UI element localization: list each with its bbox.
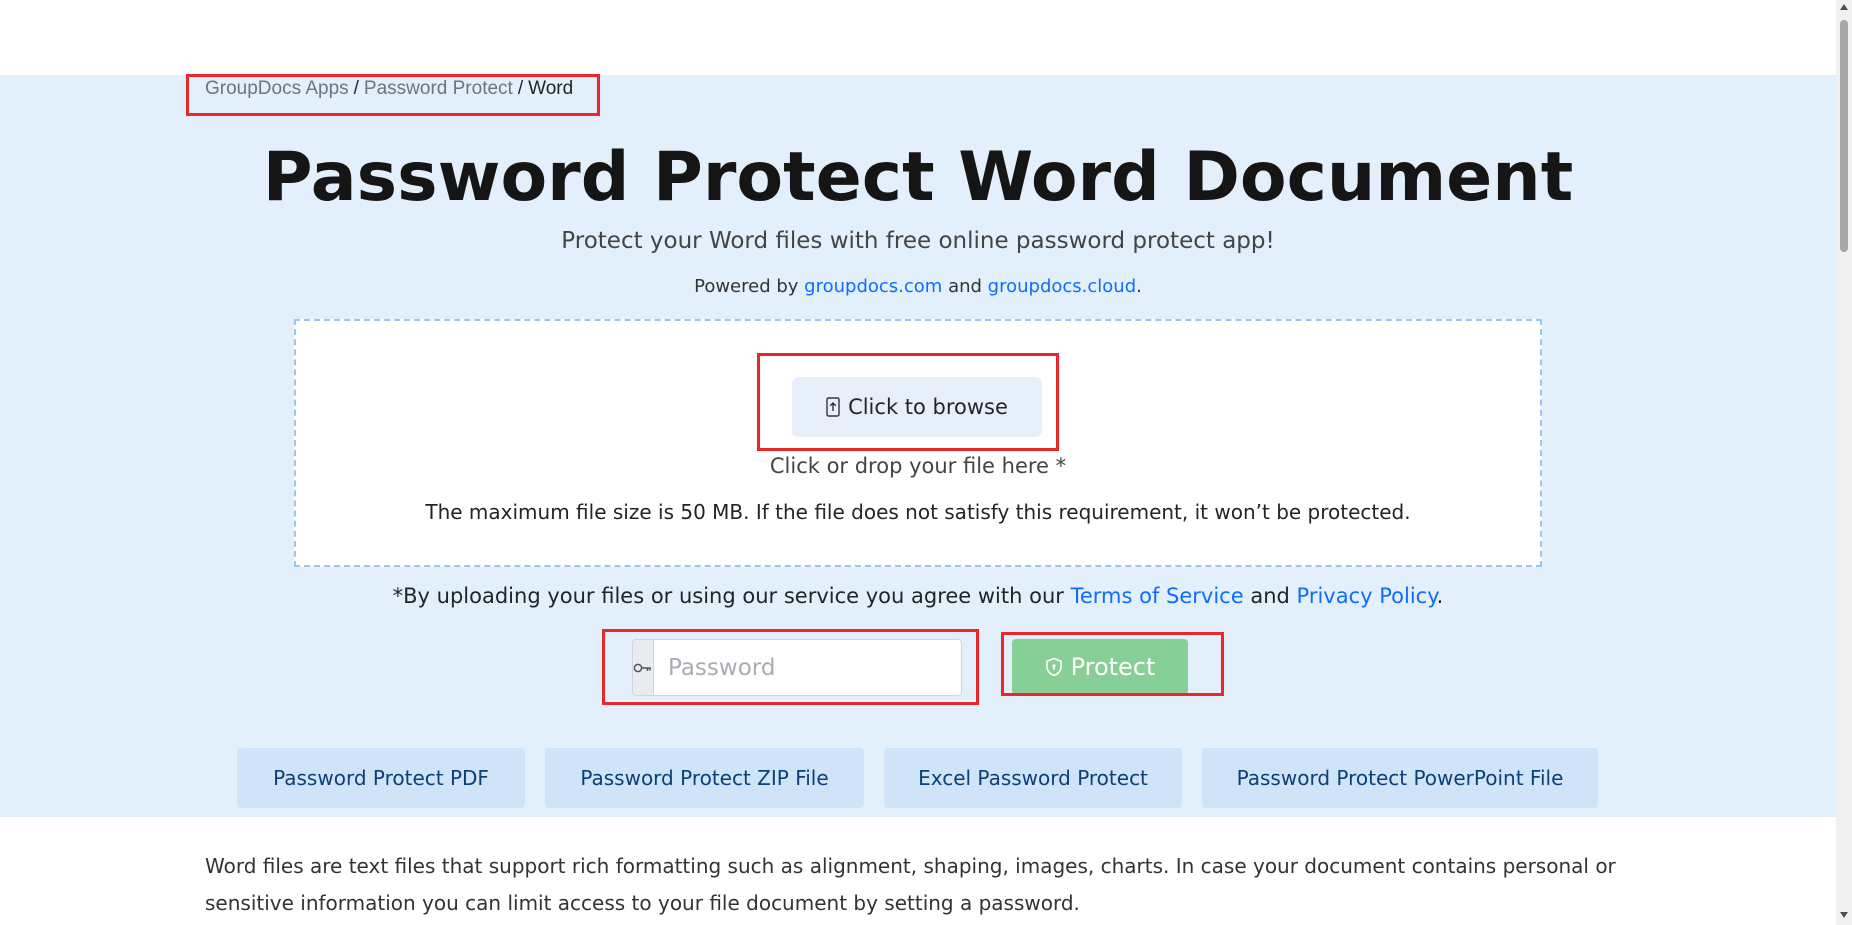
scroll-down-arrow-icon[interactable] bbox=[1840, 912, 1848, 918]
breadcrumb-item-groupdocs-apps[interactable]: GroupDocs Apps bbox=[205, 78, 349, 99]
related-app-password-protect-pdf[interactable]: Password Protect PDF bbox=[237, 748, 525, 808]
groupdocs-com-link[interactable]: groupdocs.com bbox=[804, 276, 942, 297]
protect-button-label: Protect bbox=[1070, 652, 1156, 681]
terms-of-service-link[interactable]: Terms of Service bbox=[1071, 584, 1244, 608]
browse-button-label: Click to browse bbox=[848, 395, 1008, 419]
related-app-password-protect-zip[interactable]: Password Protect ZIP File bbox=[545, 748, 864, 808]
terms-prefix: *By uploading your files or using our se… bbox=[392, 584, 1064, 608]
protect-button[interactable]: Protect bbox=[1012, 639, 1188, 694]
word-description: Word files are text files that support r… bbox=[205, 854, 1616, 915]
terms-suffix: . bbox=[1436, 584, 1444, 608]
breadcrumb-separator: / bbox=[517, 78, 524, 99]
breadcrumb-separator: / bbox=[353, 78, 359, 99]
related-app-excel-password-protect[interactable]: Excel Password Protect bbox=[884, 748, 1182, 808]
page-title: Password Protect Word Document bbox=[262, 138, 1574, 217]
related-app-password-protect-powerpoint[interactable]: Password Protect PowerPoint File bbox=[1202, 748, 1598, 808]
password-field[interactable] bbox=[654, 640, 961, 695]
drop-hint: Click or drop your file here * bbox=[769, 454, 1067, 478]
scroll-up-arrow-icon[interactable] bbox=[1840, 4, 1848, 10]
top-header bbox=[0, 0, 1836, 75]
powered-by-prefix: Powered by bbox=[694, 276, 799, 297]
scrollbar-thumb[interactable] bbox=[1840, 20, 1848, 252]
max-size-note: The maximum file size is 50 MB. If the f… bbox=[425, 500, 1411, 524]
terms-and: and bbox=[1250, 584, 1290, 608]
password-addon bbox=[633, 640, 654, 695]
breadcrumb-item-current: Word bbox=[528, 78, 574, 99]
powered-by-and: and bbox=[948, 276, 982, 297]
page-subtitle: Protect your Word files with free online… bbox=[561, 228, 1275, 254]
powered-by: Powered by groupdocs.com and groupdocs.c… bbox=[0, 276, 1836, 297]
powered-by-suffix: . bbox=[1136, 276, 1142, 297]
privacy-policy-link[interactable]: Privacy Policy bbox=[1297, 584, 1437, 608]
file-upload-icon bbox=[826, 397, 840, 417]
password-input-group bbox=[632, 639, 962, 696]
page-scrollbar[interactable] bbox=[1836, 0, 1852, 925]
terms-notice: *By uploading your files or using our se… bbox=[0, 584, 1836, 608]
groupdocs-cloud-link[interactable]: groupdocs.cloud bbox=[988, 276, 1136, 297]
breadcrumb-item-password-protect[interactable]: Password Protect bbox=[364, 78, 513, 99]
breadcrumb: GroupDocs Apps / Password Protect / Word bbox=[205, 78, 573, 100]
shield-icon bbox=[1045, 657, 1062, 676]
key-icon bbox=[633, 663, 651, 672]
browse-file-button[interactable]: Click to browse bbox=[792, 377, 1042, 437]
file-dropzone[interactable] bbox=[294, 319, 1542, 567]
